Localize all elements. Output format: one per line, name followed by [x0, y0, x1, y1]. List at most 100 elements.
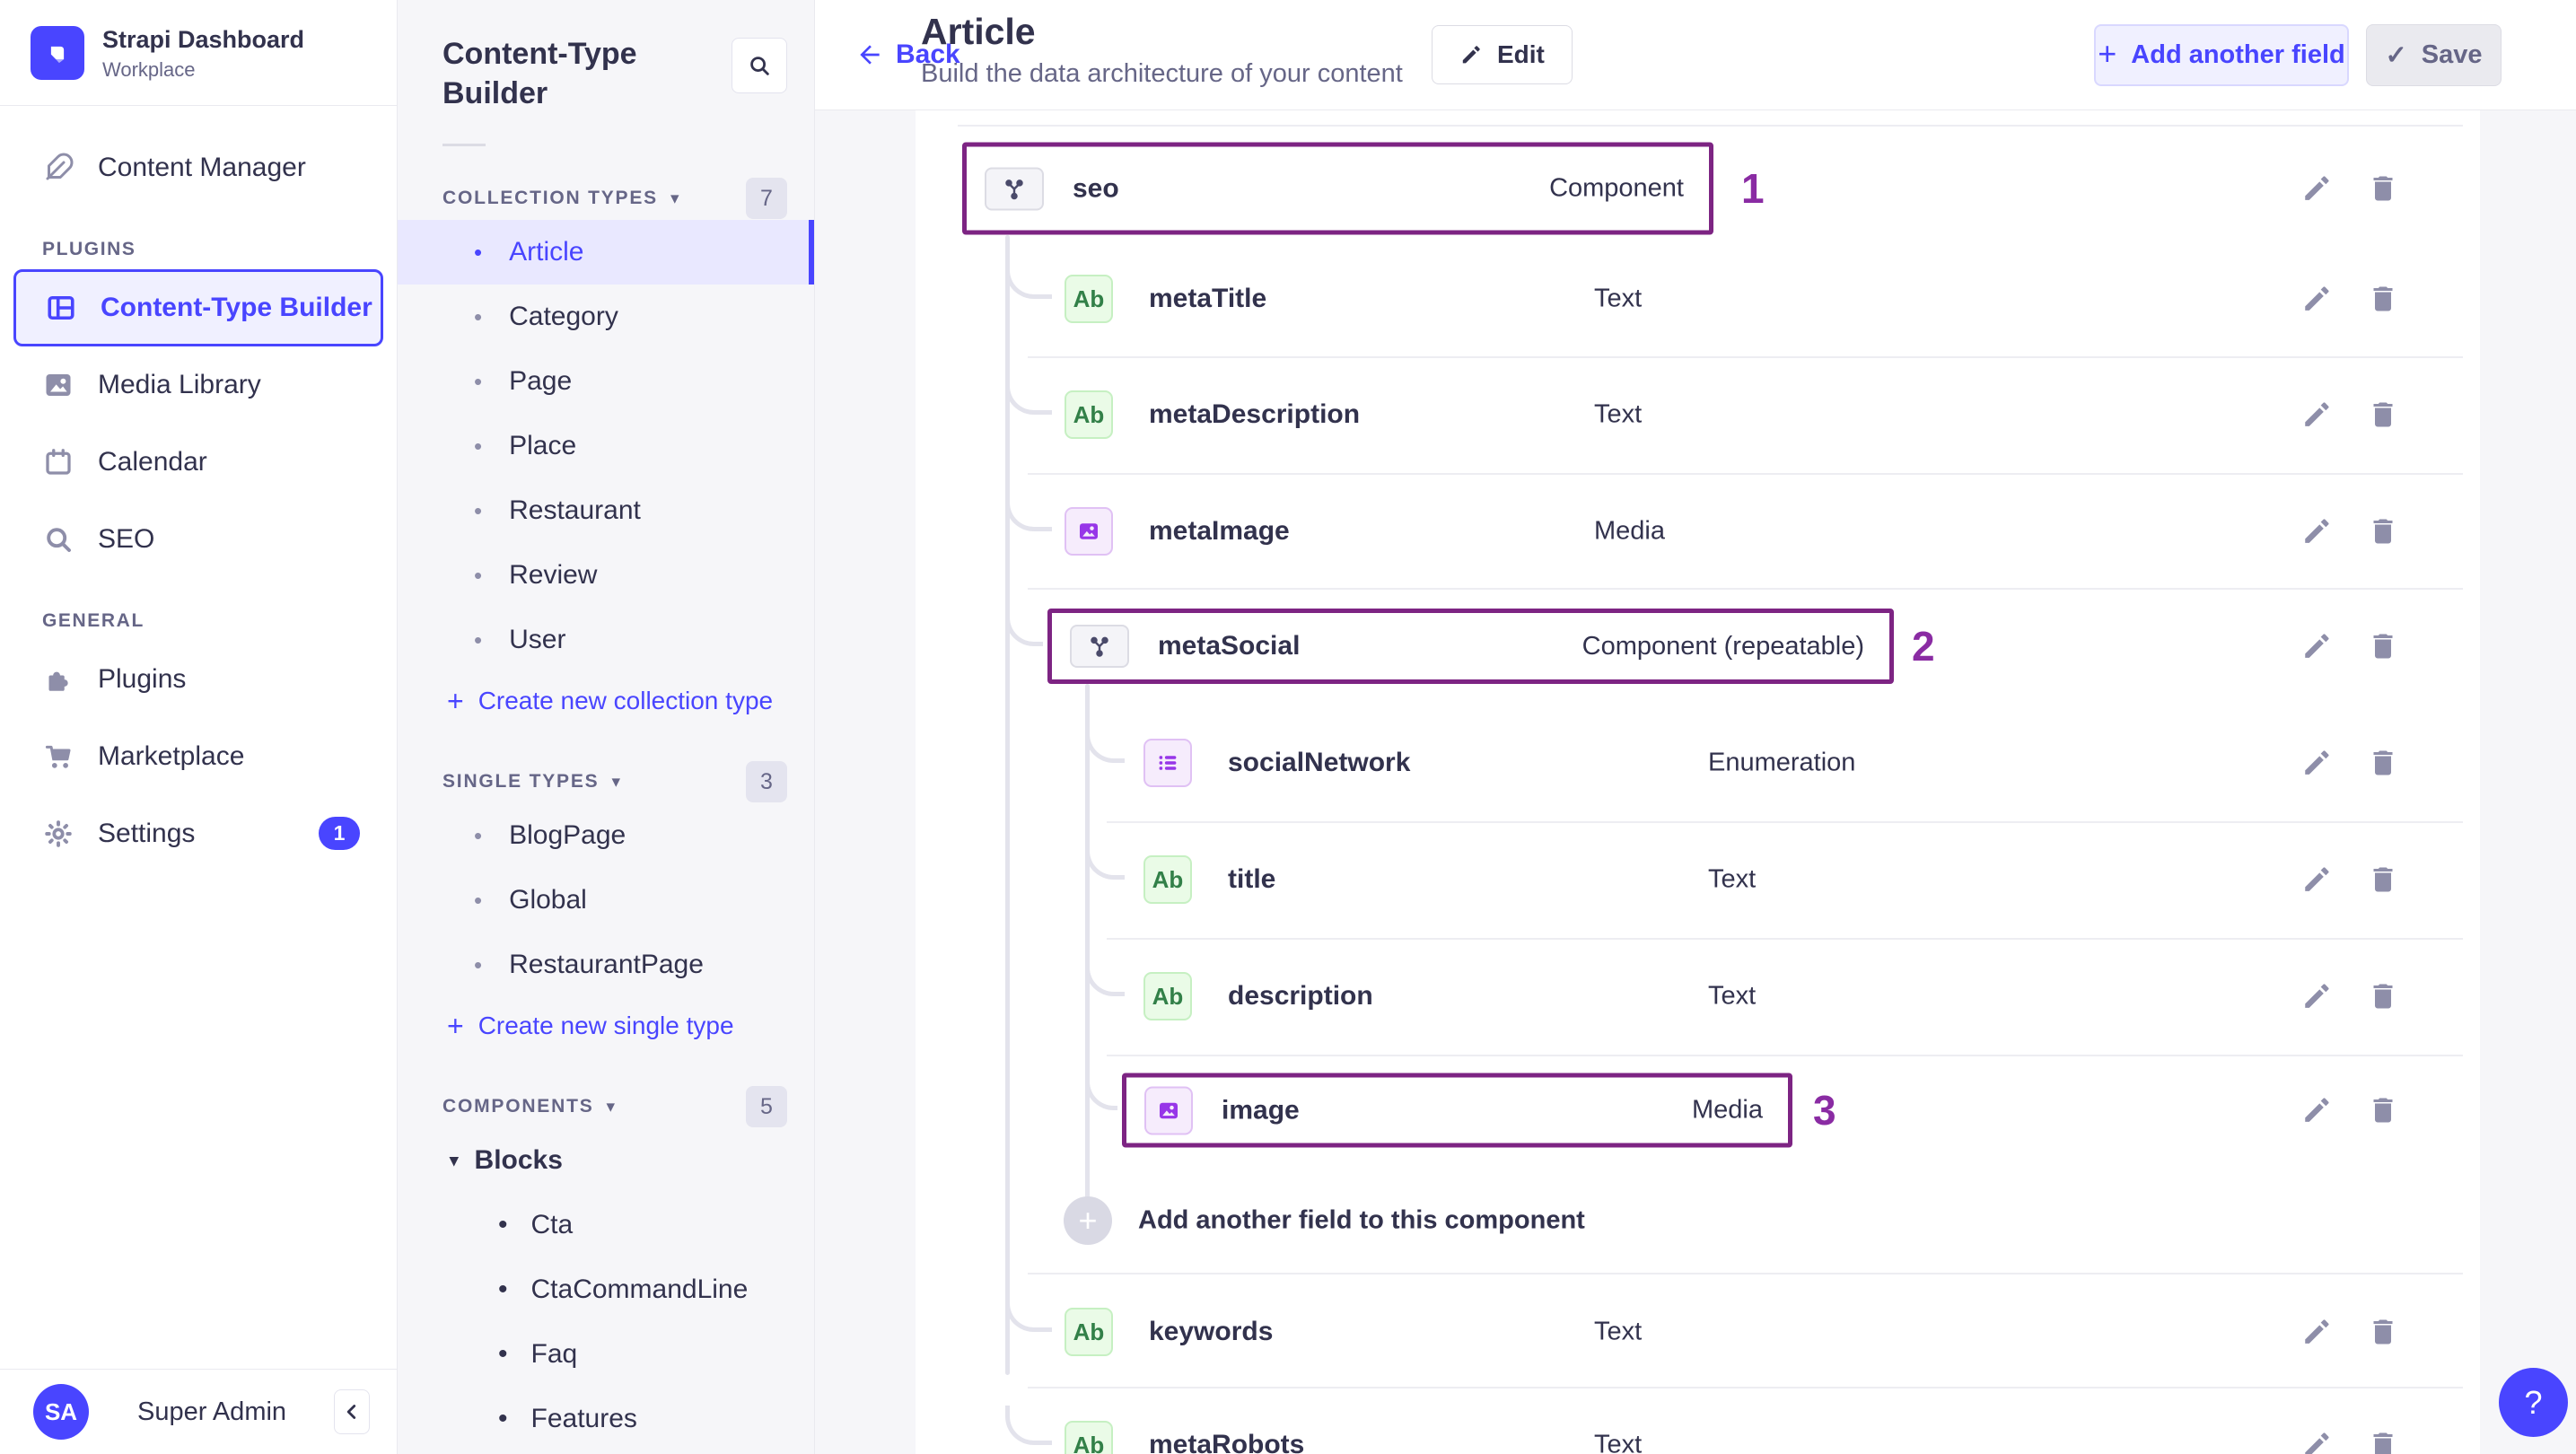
edit-field-button[interactable]: [2300, 399, 2333, 431]
component-item-cta[interactable]: • Cta: [398, 1193, 814, 1257]
collapse-sidebar-button[interactable]: [334, 1389, 370, 1434]
edit-field-button[interactable]: [2300, 1316, 2333, 1348]
add-another-field-button[interactable]: + Add another field: [2094, 24, 2349, 86]
edit-field-button[interactable]: [2300, 630, 2333, 662]
delete-field-button[interactable]: [2367, 172, 2399, 205]
field-type: Text: [1708, 981, 1757, 1011]
single-item-restaurantpage[interactable]: • RestaurantPage: [398, 933, 814, 997]
components-header[interactable]: COMPONENTS ▾ 5: [398, 1085, 814, 1128]
single-item-global[interactable]: • Global: [398, 868, 814, 933]
text-field-icon: Ab: [1065, 275, 1113, 323]
edit-field-button[interactable]: [2300, 283, 2333, 315]
sidebar-item-content-type-builder[interactable]: Content-Type Builder: [13, 268, 383, 346]
plugins-section-label: PLUGINS: [42, 238, 136, 259]
field-row-title: Ab title Text: [916, 821, 2480, 938]
component-item-features[interactable]: • Features: [398, 1387, 814, 1451]
feather-icon: [42, 152, 74, 184]
single-count-badge: 3: [746, 761, 787, 802]
annotation-1: 1: [1741, 165, 1765, 212]
collection-item-user[interactable]: • User: [398, 608, 814, 672]
delete-field-button[interactable]: [2367, 515, 2399, 547]
caret-down-icon: ▾: [450, 1151, 459, 1170]
edit-field-button[interactable]: [2300, 863, 2333, 896]
field-row-seo: seo Component 1: [916, 130, 2480, 247]
trash-icon: [2373, 1432, 2393, 1454]
delete-field-button[interactable]: [2367, 399, 2399, 431]
delete-field-button[interactable]: [2367, 283, 2399, 315]
puzzle-icon: [42, 663, 74, 696]
collection-item-restaurant[interactable]: • Restaurant: [398, 478, 814, 543]
collection-types-header[interactable]: COLLECTION TYPES ▾ 7: [398, 177, 814, 220]
field-name: metaSocial: [1158, 631, 1301, 661]
delete-field-button[interactable]: [2367, 630, 2399, 662]
delete-field-button[interactable]: [2367, 980, 2399, 1012]
text-field-icon: Ab: [1065, 1308, 1113, 1356]
sidebar-item-settings[interactable]: Settings 1: [13, 795, 383, 872]
delete-field-button[interactable]: [2367, 747, 2399, 779]
edit-field-button[interactable]: [2300, 172, 2333, 205]
pencil-icon: [2305, 634, 2329, 658]
field-row-metadescription: Ab metaDescription Text: [916, 356, 2480, 473]
edit-field-button[interactable]: [2300, 980, 2333, 1012]
bullet-icon: •: [498, 1339, 508, 1369]
component-item-faq[interactable]: • Faq: [398, 1322, 814, 1387]
help-button[interactable]: ?: [2499, 1368, 2568, 1437]
collection-item-article[interactable]: • Article: [398, 220, 814, 285]
field-row-description: Ab description Text: [916, 938, 2480, 1055]
trash-icon: [2373, 1098, 2393, 1123]
sidebar-item-content-manager[interactable]: Content Manager: [13, 129, 383, 206]
pencil-icon: [2305, 867, 2329, 891]
field-name: metaTitle: [1149, 284, 1267, 313]
sidebar-item-plugins[interactable]: Plugins: [13, 641, 383, 718]
delete-field-button[interactable]: [2367, 1316, 2399, 1348]
field-name: title: [1228, 864, 1276, 894]
edit-field-button[interactable]: [2300, 747, 2333, 779]
sidebar-item-marketplace[interactable]: Marketplace: [13, 718, 383, 795]
sidebar-item-label: Media Library: [98, 369, 261, 399]
trash-icon: [2373, 519, 2393, 544]
pencil-icon: [2305, 750, 2329, 775]
collection-item-page[interactable]: • Page: [398, 349, 814, 414]
delete-field-button[interactable]: [2367, 863, 2399, 896]
bullet-icon: •: [474, 303, 483, 330]
create-single-type-link[interactable]: + Create new single type: [398, 997, 814, 1055]
edit-button[interactable]: Edit: [1432, 25, 1573, 84]
plus-icon: +: [447, 684, 464, 717]
field-type: Text: [1708, 864, 1757, 894]
add-field-to-component-label[interactable]: Add another field to this component: [1138, 1206, 1585, 1236]
collection-item-category[interactable]: • Category: [398, 285, 814, 349]
user-name: Super Admin: [137, 1397, 287, 1426]
search-button[interactable]: [732, 38, 787, 93]
strapi-logo-icon: [31, 26, 84, 81]
field-type: Text: [1594, 1430, 1643, 1454]
collection-item-review[interactable]: • Review: [398, 543, 814, 608]
delete-field-button[interactable]: [2367, 1094, 2399, 1126]
gear-icon: [42, 818, 74, 850]
brand: Strapi Dashboard Workplace: [0, 0, 397, 105]
sidebar-item-calendar[interactable]: Calendar: [13, 424, 383, 501]
trash-icon: [2373, 634, 2393, 659]
delete-field-button[interactable]: [2367, 1429, 2399, 1454]
component-group-blocks[interactable]: ▾ Blocks: [398, 1128, 814, 1193]
edit-field-button[interactable]: [2300, 1429, 2333, 1454]
annotation-3: 3: [1813, 1087, 1836, 1134]
highlight-box-1: seo Component: [962, 142, 1713, 235]
component-item-ctacommandline[interactable]: • CtaCommandLine: [398, 1257, 814, 1322]
sidebar-item-media-library[interactable]: Media Library: [13, 346, 383, 424]
edit-field-button[interactable]: [2300, 1094, 2333, 1126]
edit-field-button[interactable]: [2300, 515, 2333, 547]
save-button[interactable]: ✓ Save: [2366, 24, 2502, 86]
sidebar-item-seo[interactable]: SEO: [13, 501, 383, 578]
bullet-icon: •: [498, 1404, 508, 1433]
single-item-blogpage[interactable]: • BlogPage: [398, 803, 814, 868]
highlight-box-3: image Media: [1122, 1073, 1792, 1148]
trash-icon: [2373, 1319, 2393, 1345]
trash-icon: [2373, 984, 2393, 1009]
calendar-icon: [42, 446, 74, 478]
create-collection-type-link[interactable]: + Create new collection type: [398, 672, 814, 730]
add-field-plus-button[interactable]: +: [1064, 1196, 1112, 1245]
collection-item-place[interactable]: • Place: [398, 414, 814, 478]
single-types-header[interactable]: SINGLE TYPES ▾ 3: [398, 760, 814, 803]
panel-title: Content-Type Builder: [442, 37, 637, 110]
arrow-left-icon: [860, 45, 880, 65]
